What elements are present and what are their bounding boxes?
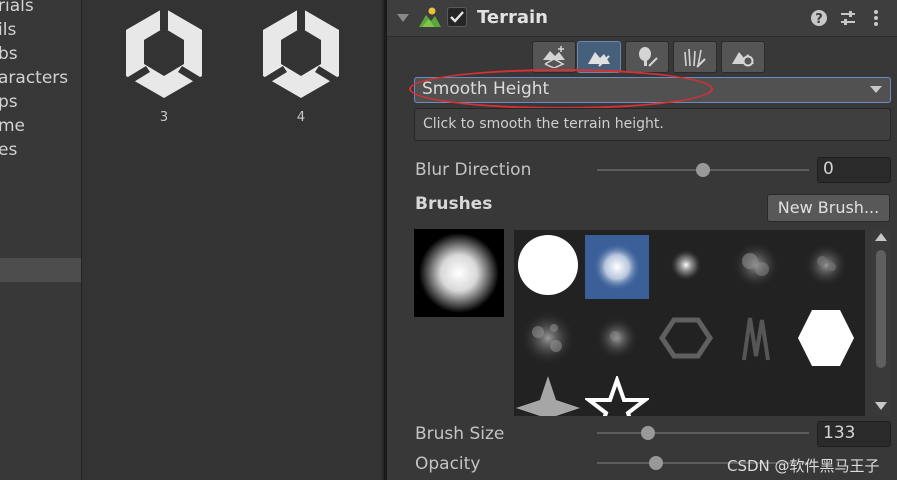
- hierarchy-item[interactable]: ils: [0, 20, 16, 40]
- paint-terrain-icon: [588, 52, 610, 67]
- asset-item[interactable]: 3: [122, 6, 206, 125]
- brush-item[interactable]: [585, 306, 649, 370]
- scroll-down-arrow-icon[interactable]: [875, 402, 887, 410]
- help-box: Click to smooth the terrain height.: [414, 108, 891, 141]
- asset-item[interactable]: 4: [259, 6, 343, 125]
- opacity-slider-knob[interactable]: [649, 456, 664, 470]
- watermark-text: CSDN @软件黑马王子: [727, 457, 880, 475]
- brush-size-value: 133: [823, 423, 856, 443]
- brush-size-label: Brush Size: [415, 424, 505, 444]
- svg-text:?: ?: [815, 12, 823, 27]
- brush-item[interactable]: [794, 306, 858, 370]
- component-enabled-checkbox[interactable]: [447, 7, 467, 27]
- hierarchy-item[interactable]: aracters: [0, 68, 68, 88]
- paint-trees-icon: [639, 47, 658, 67]
- soft-circle-brush-icon: [593, 243, 641, 291]
- brush-size-slider-knob[interactable]: [640, 426, 655, 440]
- blur-direction-label: Blur Direction: [415, 160, 532, 180]
- brush-item-selected[interactable]: [585, 235, 649, 299]
- opacity-label: Opacity: [415, 454, 481, 474]
- terrain-settings-icon: [732, 52, 754, 67]
- unity-cube-icon: [263, 6, 339, 98]
- new-brush-button[interactable]: New Brush...: [767, 194, 890, 222]
- unity-cube-icon: [126, 6, 202, 98]
- project-asset-grid: 3 4: [82, 0, 382, 480]
- noise-brush-icon: [804, 243, 848, 287]
- checkmark-icon: [450, 11, 464, 23]
- brush-size-field[interactable]: 133: [817, 421, 891, 447]
- component-header[interactable]: Terrain ?: [387, 0, 897, 37]
- scrollbar-thumb[interactable]: [876, 250, 886, 368]
- foldout-arrow-icon[interactable]: [397, 12, 409, 24]
- hierarchy-item[interactable]: rials: [0, 0, 34, 16]
- annotation-highlight-circle: [409, 69, 713, 109]
- hierarchy-item[interactable]: es: [0, 140, 17, 160]
- small-soft-brush-icon: [670, 249, 702, 281]
- cloud-brush-icon: [732, 241, 780, 289]
- brush-item[interactable]: [724, 233, 788, 297]
- hierarchy-item[interactable]: me: [0, 116, 25, 136]
- tool-paint-terrain-button[interactable]: [577, 41, 621, 73]
- paint-details-icon: [684, 48, 706, 68]
- brush-preview: [414, 229, 504, 317]
- splotch-brush-icon: [520, 310, 576, 366]
- brush-size-slider-track[interactable]: [597, 432, 809, 434]
- blur-direction-field[interactable]: 0: [817, 157, 891, 183]
- scroll-up-arrow-icon[interactable]: [875, 233, 887, 241]
- hierarchy-item[interactable]: ps: [0, 92, 18, 112]
- brush-item[interactable]: [794, 233, 858, 297]
- brush-item[interactable]: [583, 373, 651, 416]
- brush-grid-scrollbar[interactable]: [872, 230, 890, 416]
- help-text: Click to smooth the terrain height.: [423, 116, 664, 132]
- hierarchy-item[interactable]: bs: [0, 44, 18, 64]
- star-burst-brush-icon: [516, 376, 580, 416]
- presets-icon[interactable]: [839, 9, 857, 27]
- hard-circle-brush-icon: [518, 235, 578, 295]
- brush-item[interactable]: [724, 306, 788, 370]
- scatter-brush-icon: [595, 316, 639, 360]
- hierarchy-panel: rials ils bs aracters ps me es: [0, 0, 82, 480]
- blur-direction-value: 0: [823, 159, 834, 179]
- component-title: Terrain: [477, 7, 548, 28]
- asset-label: 3: [159, 110, 169, 125]
- help-icon[interactable]: ?: [810, 9, 828, 27]
- brush-item[interactable]: [516, 376, 580, 416]
- star-outline-brush-icon: [583, 373, 651, 416]
- hierarchy-selected-row[interactable]: [0, 258, 81, 282]
- tool-paint-trees-button[interactable]: [625, 41, 669, 73]
- terrain-component-icon: [419, 7, 441, 27]
- brush-item[interactable]: [654, 233, 718, 297]
- brush-item[interactable]: [516, 306, 580, 370]
- kebab-menu-icon[interactable]: [871, 9, 881, 27]
- inspector-panel: Terrain ? Smooth Height Click to smooth …: [387, 0, 897, 480]
- brush-item[interactable]: [654, 306, 718, 370]
- tool-terrain-settings-button[interactable]: [721, 41, 765, 73]
- brushes-heading: Brushes: [415, 194, 493, 214]
- streak-brush-icon: [742, 317, 770, 361]
- brush-preview-image: [419, 233, 499, 313]
- cell-noise-brush-icon: [658, 317, 714, 359]
- brush-item[interactable]: [516, 233, 580, 297]
- tool-paint-details-button[interactable]: [673, 41, 717, 73]
- hexagon-brush-icon: [798, 310, 854, 366]
- asset-label: 4: [296, 110, 306, 125]
- chevron-down-icon: [870, 86, 882, 93]
- raise-terrain-icon: [543, 46, 565, 68]
- brush-grid: [514, 230, 865, 416]
- blur-direction-slider-knob[interactable]: [696, 163, 710, 177]
